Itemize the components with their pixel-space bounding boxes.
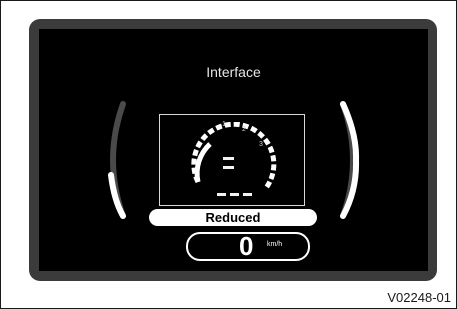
mini-speedometer-fill	[194, 142, 212, 183]
mini-status-dash-2	[230, 193, 239, 196]
mini-status-dash-3	[243, 193, 252, 196]
right-gauge-fill	[340, 101, 360, 219]
left-gauge-bar	[108, 101, 126, 219]
mini-gauge-label-3: 3	[259, 141, 263, 148]
mini-speedometer-arc	[191, 122, 277, 190]
instrument-display-screen: Interface 1 2 3 Reduced 0 km/h	[39, 29, 428, 271]
right-gauge-bar	[340, 101, 360, 219]
screen-title: Interface	[206, 64, 261, 80]
drive-mode-status-badge: Reduced	[149, 209, 317, 226]
speed-unit: km/h	[267, 241, 283, 248]
mini-status-dash-1	[217, 193, 226, 196]
mini-gauge-label-2: 2	[242, 126, 246, 133]
mini-speed-dash-top	[223, 157, 234, 160]
mini-speed-dash-middle	[223, 166, 234, 169]
mini-gauge-label-1: 1	[222, 121, 226, 128]
figure-reference-code: V02248-01	[387, 290, 451, 305]
speed-value: 0	[239, 231, 254, 261]
